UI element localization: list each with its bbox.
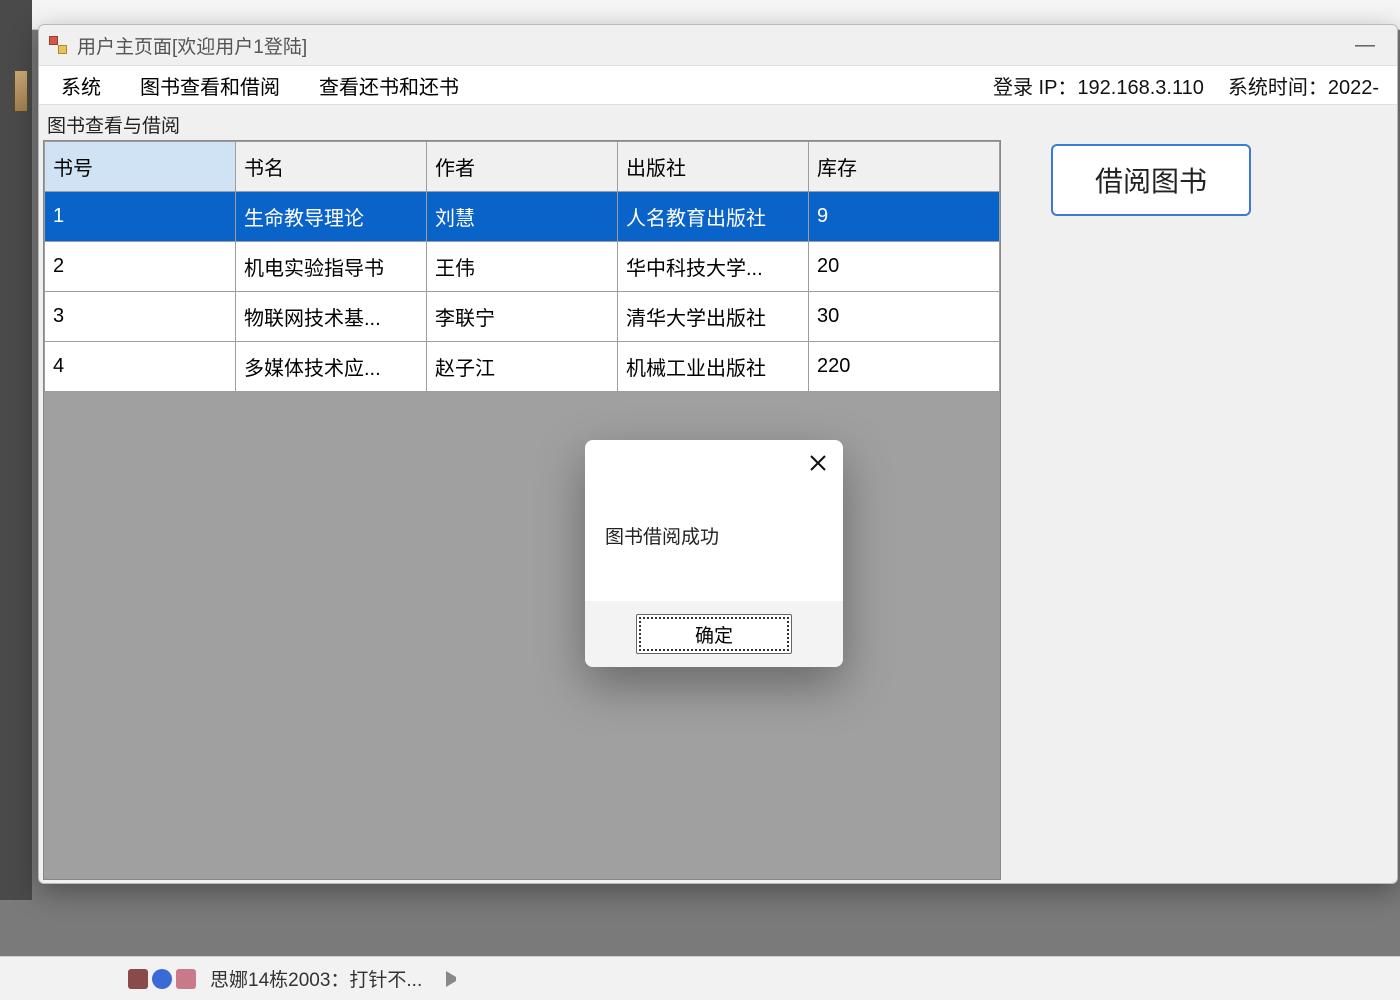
dialog-message: 图书借阅成功 — [585, 486, 843, 601]
desktop: 用户主页面[欢迎用户1登陆] — 系统 图书查看和借阅 查看还书和还书 登录 I… — [0, 0, 1400, 1000]
tray-icon-2[interactable] — [152, 969, 172, 989]
tray-icon-3[interactable] — [176, 969, 196, 989]
dialog-overlay: 图书借阅成功 确定 — [0, 0, 1400, 1000]
close-icon[interactable] — [805, 450, 831, 476]
tray-icon-1[interactable] — [128, 969, 148, 989]
message-dialog: 图书借阅成功 确定 — [585, 440, 843, 667]
taskbar-tray-icons — [128, 969, 196, 989]
dialog-titlebar[interactable] — [585, 440, 843, 486]
dialog-ok-button[interactable]: 确定 — [636, 614, 792, 654]
taskbar-notification-text[interactable]: 思娜14栋2003：打针不... — [210, 965, 422, 992]
dialog-footer: 确定 — [585, 601, 843, 667]
taskbar[interactable]: 思娜14栋2003：打针不... — [0, 956, 1400, 1000]
speaker-muted-icon[interactable] — [446, 971, 462, 987]
